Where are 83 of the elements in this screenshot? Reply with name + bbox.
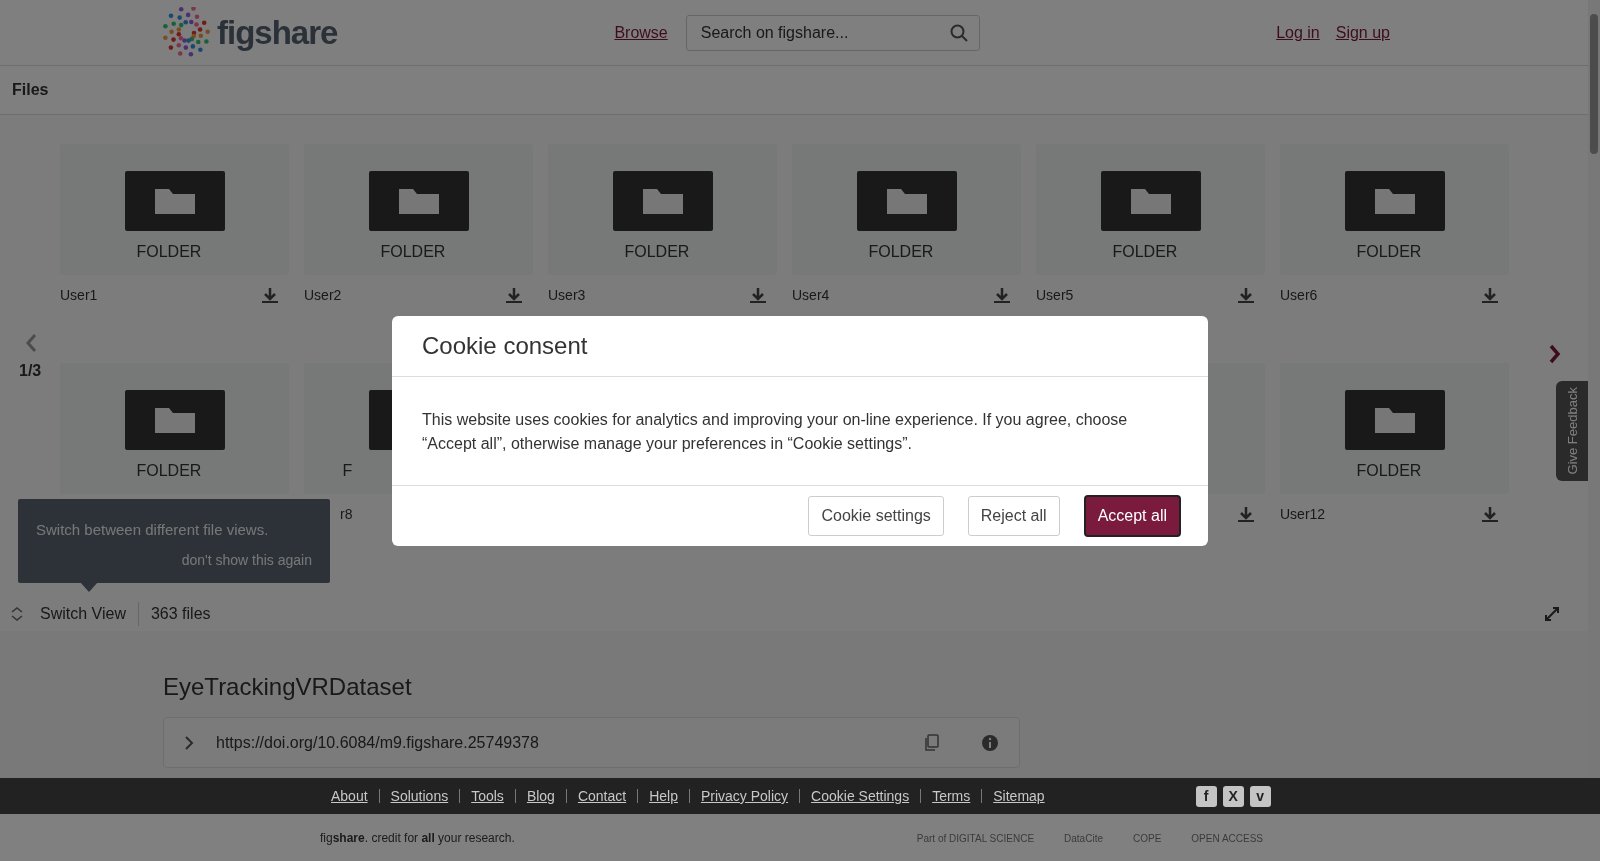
file-type-label: FOLDER [1112, 242, 1179, 262]
dataset-title: EyeTrackingVRDataset [163, 672, 413, 702]
chevron-right-icon[interactable] [184, 734, 194, 751]
partner-logo[interactable]: COPE [1132, 830, 1162, 846]
file-name[interactable]: User3 [548, 284, 586, 306]
file-type-label: FOLDER [1356, 461, 1423, 481]
download-icon[interactable] [1481, 505, 1499, 523]
file-type-label: FOLDER [624, 242, 691, 262]
tagline: figshare. credit for all your research. [320, 830, 515, 847]
file-thumbnail[interactable]: FOLDER [792, 144, 1021, 275]
tooltip-text: Switch between different file views. [36, 520, 270, 540]
dialog-title: Cookie consent [392, 316, 1208, 377]
file-name[interactable]: User2 [304, 284, 342, 306]
download-icon[interactable] [261, 286, 279, 304]
partner-logo[interactable]: DataCite [1064, 830, 1103, 846]
file-name[interactable]: r8 [340, 503, 353, 525]
file-count: 363 files [150, 604, 211, 624]
footer-link[interactable]: Terms [920, 789, 982, 803]
doi-link[interactable]: https://doi.org/10.6084/m9.figshare.25749378 [216, 730, 901, 755]
info-icon[interactable] [981, 733, 999, 752]
folder-icon [1100, 171, 1201, 231]
footer-link[interactable]: Help [637, 789, 689, 803]
file-type-label: FOLDER [136, 461, 203, 481]
social-link[interactable]: v [1249, 785, 1271, 807]
file-name[interactable]: User1 [60, 284, 98, 306]
footer-link[interactable]: Tools [459, 789, 515, 803]
download-icon[interactable] [749, 286, 767, 304]
footer-link[interactable]: Solutions [378, 789, 460, 803]
file-type-label: FOLDER [380, 242, 447, 262]
footer-link[interactable]: Blog [514, 789, 566, 803]
download-icon[interactable] [993, 286, 1011, 304]
file-thumbnail[interactable]: FOLDER [60, 363, 289, 494]
auth-link[interactable]: Sign up [1335, 20, 1390, 45]
file-thumbnail[interactable]: FOLDER [1280, 144, 1509, 275]
page-indicator: 1/3 [19, 361, 42, 381]
folder-icon [124, 171, 225, 231]
file-thumbnail[interactable]: FOLDER [548, 144, 777, 275]
footer-link[interactable]: Privacy Policy [688, 789, 800, 803]
file-name[interactable]: User5 [1036, 284, 1074, 306]
download-icon[interactable] [1237, 286, 1255, 304]
file-type-label: FOLDER [868, 242, 935, 262]
folder-icon [612, 171, 713, 231]
file-thumbnail[interactable]: FOLDER [60, 144, 289, 275]
download-icon[interactable] [1237, 505, 1255, 523]
search-icon[interactable] [949, 23, 968, 42]
social-link[interactable]: f [1195, 785, 1217, 807]
switch-view-button[interactable]: Switch View [40, 602, 139, 626]
folder-icon [124, 390, 225, 450]
dismiss-link[interactable]: don't show this again [36, 549, 312, 571]
folder-icon [1344, 171, 1445, 231]
file-name[interactable]: User4 [792, 284, 830, 306]
file-name[interactable]: User6 [1280, 284, 1318, 306]
switch-view-icon[interactable] [10, 606, 24, 622]
social-link[interactable]: X [1222, 785, 1244, 807]
file-type-label: F [342, 461, 354, 481]
partner-logo[interactable]: OPEN ACCESS [1191, 830, 1263, 846]
dialog-button[interactable]: Cookie settings [808, 496, 944, 536]
file-type-label: FOLDER [136, 242, 203, 262]
copy-icon[interactable] [923, 733, 939, 752]
download-icon[interactable] [1481, 286, 1499, 304]
feedback-tab-label: Give Feedback [1564, 387, 1582, 475]
auth-link[interactable]: Log in [1276, 20, 1320, 45]
expand-icon[interactable] [1544, 606, 1560, 622]
file-thumbnail[interactable]: FOLDER [304, 144, 533, 275]
file-thumbnail[interactable]: FOLDER [1036, 144, 1265, 275]
footer-link[interactable]: Contact [565, 789, 638, 803]
browse-link[interactable]: Browse [614, 20, 668, 45]
dialog-button[interactable]: Accept all [1083, 495, 1181, 537]
footer-link[interactable]: Cookie Settings [799, 789, 921, 803]
download-icon[interactable] [505, 286, 523, 304]
dialog-message: This website uses cookies for analytics and improving your on-line experience. If you agree, choose “Accept all”, otherwise manage your preferences in “Cookie settings”. [422, 410, 1129, 454]
footer-link[interactable]: Sitemap [981, 789, 1056, 803]
footer-link[interactable]: About [320, 789, 379, 803]
folder-icon [856, 171, 957, 231]
logo-text: figshare [217, 12, 338, 53]
partner-logo[interactable]: Part of DIGITAL SCIENCE [916, 830, 1035, 846]
folder-icon [1344, 390, 1445, 450]
search-field[interactable]: Search on figshare... [685, 14, 980, 51]
folder-icon [368, 171, 469, 231]
dialog-button[interactable]: Reject all [967, 496, 1060, 536]
file-name[interactable]: User12 [1280, 503, 1326, 525]
file-type-label: FOLDER [1356, 242, 1423, 262]
file-thumbnail[interactable]: FOLDER [1280, 363, 1509, 494]
